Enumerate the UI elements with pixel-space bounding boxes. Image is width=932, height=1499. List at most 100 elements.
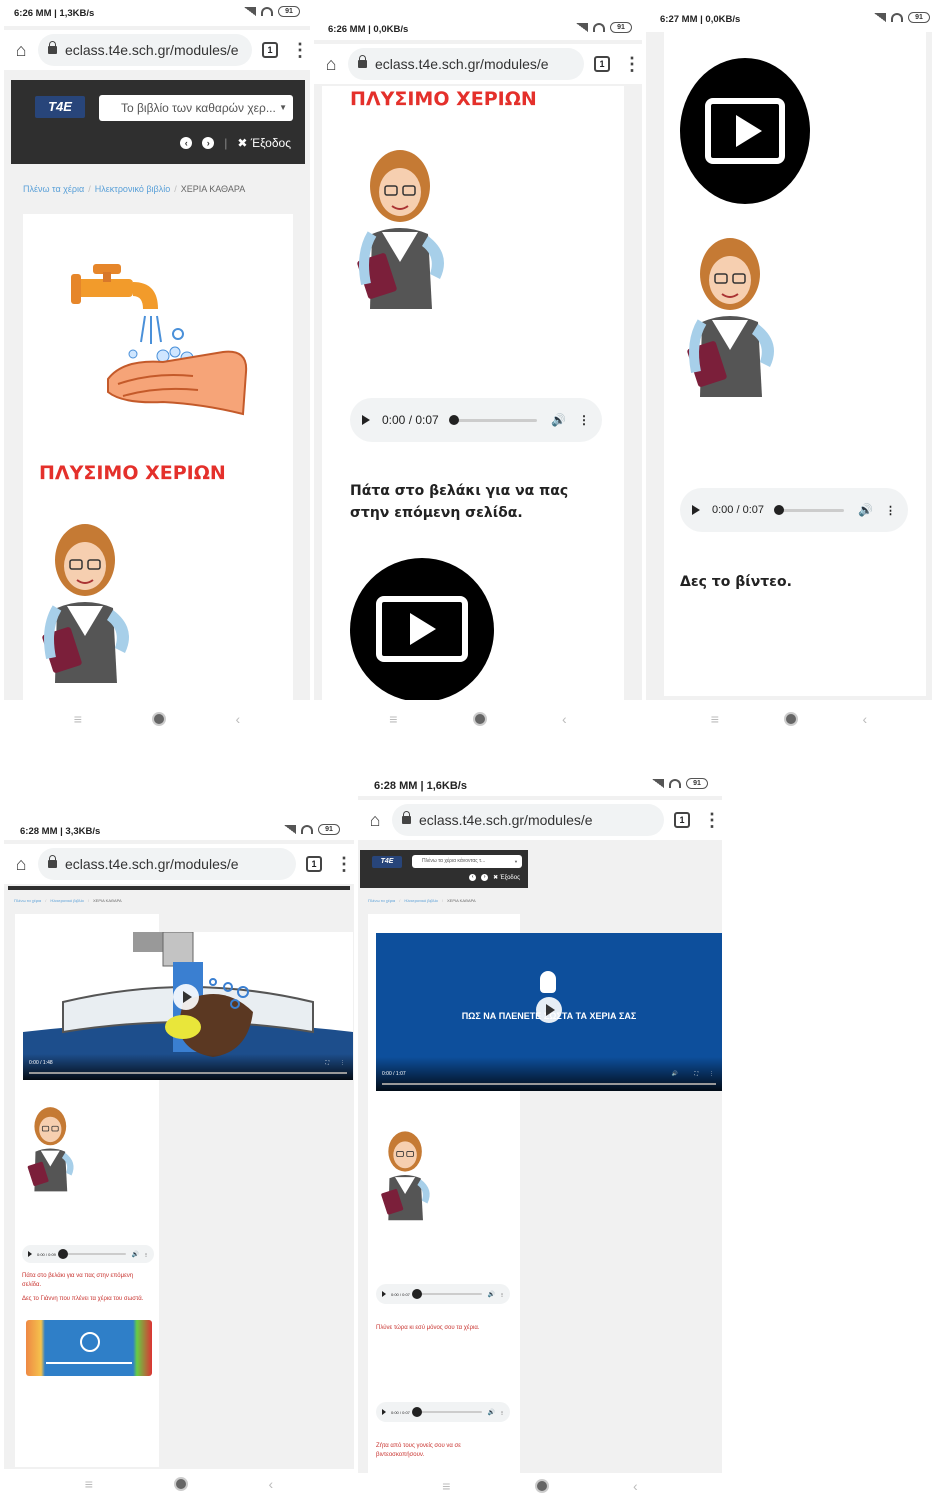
play-icon[interactable]: [382, 1291, 386, 1297]
instruction-text: Δες το βίντεο.: [680, 574, 792, 590]
video-player-2[interactable]: ΠΩΣ ΝΑ ΠΛΕΝΕΤΕ ΣΩΣΤΑ ΤΑ ΧΕΡΙΑ ΣΑΣ 0:00 /…: [376, 933, 722, 1091]
logout-link[interactable]: ✖ Έξοδος: [237, 136, 291, 150]
tab-switcher-button[interactable]: 1: [674, 812, 690, 828]
video-more-icon[interactable]: ⋮: [709, 1071, 714, 1077]
play-icon[interactable]: [382, 1409, 386, 1415]
recent-apps-icon[interactable]: ≡: [389, 711, 397, 727]
home-icon[interactable]: ⌂: [314, 54, 348, 75]
volume-icon[interactable]: 🔊: [672, 1071, 678, 1077]
back-icon[interactable]: ‹: [236, 711, 241, 727]
back-icon[interactable]: ‹: [269, 1476, 274, 1492]
video-progress-bar[interactable]: [29, 1072, 347, 1074]
breadcrumb-item[interactable]: Πλένω τα χέρια: [23, 184, 84, 194]
recent-apps-icon[interactable]: ≡: [85, 1476, 93, 1492]
home-icon[interactable]: ⌂: [4, 40, 38, 61]
home-button-icon[interactable]: [783, 712, 798, 726]
audio-seek-slider[interactable]: [411, 1407, 482, 1417]
video-play-icon[interactable]: [173, 984, 199, 1010]
next-page-icon[interactable]: ›: [202, 137, 215, 149]
book-select[interactable]: Το βιβλίο των καθαρών χερ... ▼: [99, 95, 293, 121]
volume-icon[interactable]: 🔊: [551, 413, 566, 427]
audio-more-icon[interactable]: ⋮: [144, 1252, 148, 1257]
home-button-icon[interactable]: [151, 712, 166, 726]
logout-link[interactable]: ✖ Έξοδος: [493, 874, 520, 881]
volume-icon[interactable]: 🔊: [488, 1291, 495, 1298]
book-select[interactable]: Πλένω τα χέρια κάνοντας τ... ▼: [412, 855, 522, 868]
address-bar[interactable]: eclass.t4e.sch.gr/modules/e: [38, 34, 252, 66]
audio-seek-slider[interactable]: [57, 1249, 126, 1259]
site-logo[interactable]: T4E: [35, 96, 85, 118]
back-icon[interactable]: ‹: [562, 711, 567, 727]
video-more-icon[interactable]: ⋮: [340, 1060, 345, 1066]
audio-seek-slider[interactable]: [773, 504, 845, 515]
tab-switcher-button[interactable]: 1: [306, 856, 322, 872]
audio-player-2[interactable]: 0:00 / 0:07 🔊 ⋮: [376, 1402, 510, 1422]
video-player-1[interactable]: 0:00 / 1:48 ⛶ ⋮: [23, 932, 353, 1080]
android-nav-bar: ≡ ‹: [4, 700, 310, 738]
breadcrumb-item[interactable]: Πλένω τα χέρια: [14, 898, 41, 903]
home-button-icon[interactable]: [534, 1479, 549, 1493]
battery-icon: 91: [318, 824, 340, 835]
wifi-icon: [301, 825, 313, 834]
home-button-icon[interactable]: [472, 712, 487, 726]
fullscreen-icon[interactable]: ⛶: [694, 1071, 698, 1077]
home-icon[interactable]: ⌂: [4, 854, 38, 875]
browser-menu-icon[interactable]: ⋮: [334, 854, 354, 875]
play-icon[interactable]: [362, 415, 370, 425]
video-thumbnail-link[interactable]: [26, 1320, 152, 1376]
prev-page-icon[interactable]: ‹: [180, 137, 193, 149]
site-header: T4E Πλένω τα χέρια κάνοντας τ... ▼ ‹ › ✖ …: [360, 850, 528, 888]
wifi-icon: [669, 779, 681, 788]
next-page-play-button[interactable]: [350, 558, 494, 702]
volume-icon[interactable]: 🔊: [858, 503, 873, 517]
phone-screen-4: 6:28 ΜΜ | 3,3KB/s 91 ⌂ eclass.t4e.sch.gr…: [4, 810, 354, 1499]
browser-menu-icon[interactable]: ⋮: [290, 40, 310, 61]
audio-more-icon[interactable]: ⋮: [578, 413, 590, 427]
audio-seek-slider[interactable]: [411, 1289, 482, 1299]
site-logo[interactable]: T4E: [372, 856, 402, 868]
video-progress-bar[interactable]: [382, 1083, 716, 1085]
instruction-text: Πάτα στο βελάκι για να πας στην επόμενη …: [22, 1273, 134, 1288]
play-icon[interactable]: [28, 1251, 32, 1257]
audio-player[interactable]: 0:00 / 0:07 🔊 ⋮: [350, 398, 602, 442]
play-icon[interactable]: [692, 505, 700, 515]
instruction-text-2: Δες το Γιάννη που πλένει τα χέρια του σω…: [22, 1296, 144, 1302]
address-bar[interactable]: eclass.t4e.sch.gr/modules/e: [392, 804, 664, 836]
fullscreen-icon[interactable]: ⛶: [325, 1060, 329, 1066]
breadcrumb-item[interactable]: Πλένω τα χέρια: [368, 898, 395, 903]
tab-switcher-button[interactable]: 1: [594, 56, 610, 72]
next-page-icon[interactable]: ›: [481, 874, 489, 881]
play-video-button[interactable]: [680, 58, 810, 204]
back-icon[interactable]: ‹: [863, 711, 868, 727]
address-bar[interactable]: eclass.t4e.sch.gr/modules/e: [348, 48, 584, 80]
breadcrumb: Πλένω τα χέρια / Ηλεκτρονικό βιβλίο / ΧΕΡΙΑ …: [14, 898, 122, 903]
recent-apps-icon[interactable]: ≡: [442, 1478, 450, 1494]
recent-apps-icon[interactable]: ≡: [74, 711, 82, 727]
volume-icon[interactable]: 🔊: [488, 1409, 495, 1416]
address-bar[interactable]: eclass.t4e.sch.gr/modules/e: [38, 848, 296, 880]
audio-more-icon[interactable]: ⋮: [885, 504, 896, 517]
prev-page-icon[interactable]: ‹: [469, 874, 477, 881]
book-page: ΠΛΥΣΙΜΟ ΧΕΡΙΩΝ: [23, 214, 293, 704]
audio-player[interactable]: 0:00 / 0:07 🔊 ⋮: [376, 1284, 510, 1304]
video-controls: 0:00 / 1:48 ⛶ ⋮: [23, 1054, 353, 1080]
home-button-icon[interactable]: [173, 1477, 188, 1491]
audio-more-icon[interactable]: ⋮: [500, 1410, 504, 1415]
back-icon[interactable]: ‹: [633, 1478, 638, 1494]
audio-time: 0:00 / 0:07: [712, 504, 764, 516]
breadcrumb-item[interactable]: Ηλεκτρονικό βιβλίο: [50, 898, 84, 903]
tab-switcher-button[interactable]: 1: [262, 42, 278, 58]
audio-more-icon[interactable]: ⋮: [500, 1292, 504, 1297]
home-icon[interactable]: ⌂: [358, 810, 392, 831]
audio-seek-slider[interactable]: [448, 414, 538, 425]
volume-icon[interactable]: 🔊: [132, 1251, 139, 1258]
audio-player[interactable]: 0:00 / 0:09 🔊 ⋮: [22, 1245, 154, 1263]
breadcrumb-item[interactable]: Ηλεκτρονικό βιβλίο: [95, 184, 170, 194]
teacher-avatar: [381, 1131, 430, 1221]
breadcrumb-item[interactable]: Ηλεκτρονικό βιβλίο: [404, 898, 438, 903]
video-play-icon[interactable]: [536, 997, 562, 1023]
browser-menu-icon[interactable]: ⋮: [622, 54, 642, 75]
recent-apps-icon[interactable]: ≡: [711, 711, 719, 727]
audio-player[interactable]: 0:00 / 0:07 🔊 ⋮: [680, 488, 908, 532]
browser-menu-icon[interactable]: ⋮: [702, 810, 722, 831]
